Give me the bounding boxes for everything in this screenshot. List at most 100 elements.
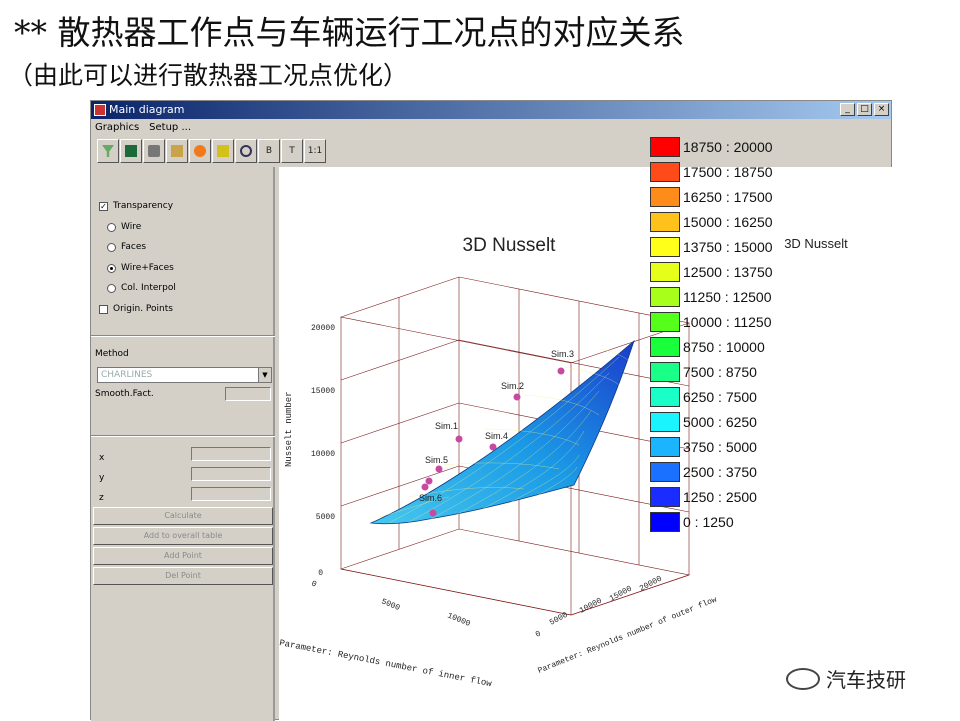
chevron-down-icon[interactable]: ▼	[258, 368, 271, 382]
legend-swatch	[650, 486, 680, 507]
sim-point[interactable]	[489, 443, 497, 451]
sim-point[interactable]	[429, 509, 437, 517]
sim-point[interactable]	[435, 465, 443, 473]
sim-label: Sim.6	[419, 493, 442, 503]
left-panel: ✓ Transparency Wire Faces Wire+Faces Col.…	[91, 167, 275, 721]
sim-label: Sim.5	[425, 455, 448, 465]
del-point-button[interactable]: Del Point	[93, 567, 273, 585]
x-tick: 0	[310, 579, 318, 589]
legend-item: 7500 : 8750	[650, 359, 757, 384]
radio-circle	[107, 242, 116, 252]
color-tool-button[interactable]	[189, 139, 211, 163]
window-titlebar[interactable]: Main diagram _ □ ×	[91, 101, 891, 119]
slide-title: ** 散热器工作点与车辆运行工况点的对应关系	[14, 13, 685, 52]
radio-circle-selected	[107, 263, 116, 273]
copy-tool-button[interactable]	[166, 139, 188, 163]
x-input[interactable]	[191, 447, 271, 461]
add-to-table-button[interactable]: Add to overall table	[93, 527, 273, 545]
calculate-button[interactable]: Calculate	[93, 507, 273, 525]
legend-swatch	[650, 461, 680, 482]
y-input[interactable]	[191, 467, 271, 481]
minimize-button[interactable]: _	[840, 103, 855, 116]
toolbar: B T 1:1	[97, 139, 326, 165]
x-label: x	[99, 453, 105, 463]
palette-icon	[194, 145, 206, 157]
floppy-icon	[125, 145, 137, 157]
smooth-factor-input[interactable]	[225, 387, 271, 401]
z-tick: 0	[318, 569, 323, 578]
pencil-icon	[217, 145, 229, 157]
sim-label: Sim.4	[485, 431, 508, 441]
z-axis-label: Nusselt number	[284, 391, 294, 467]
plot-corner-label: 3D Nusselt	[784, 236, 848, 251]
radio-wire-faces[interactable]: Wire+Faces	[107, 263, 174, 273]
legend-swatch	[650, 161, 680, 182]
clipboard-icon	[171, 145, 183, 157]
z-tick: 20000	[311, 324, 335, 333]
text-tool-button[interactable]: T	[281, 139, 303, 163]
legend-item: 5000 : 6250	[650, 409, 757, 434]
legend-item: 0 : 1250	[650, 509, 734, 534]
nusselt-3d-plot: 3D Nusselt 3D Nusselt Sim.3 Sim.2 Sim.1 …	[279, 235, 848, 689]
filter-tool-button[interactable]	[97, 139, 119, 163]
legend-swatch	[650, 361, 680, 382]
legend-item: 2500 : 3750	[650, 459, 757, 484]
actual-size-button[interactable]: 1:1	[304, 139, 326, 163]
legend-item: 6250 : 7500	[650, 384, 757, 409]
legend-item: 13750 : 15000	[650, 234, 773, 259]
method-select[interactable]: CHARLINES ▼	[97, 367, 272, 383]
y-axis-label: Parameter: Reynolds number of outer flow	[537, 595, 719, 675]
legend-item: 12500 : 13750	[650, 259, 773, 284]
x-ticks: 0 5000 10000	[310, 579, 472, 628]
sim-point[interactable]	[513, 393, 521, 401]
sim-label: Sim.1	[435, 421, 458, 431]
menu-setup[interactable]: Setup ...	[149, 120, 191, 136]
add-point-button[interactable]: Add Point	[93, 547, 273, 565]
legend-swatch	[650, 386, 680, 407]
radio-col-interpol[interactable]: Col. Interpol	[107, 283, 176, 293]
sim-point[interactable]	[557, 367, 565, 375]
legend-swatch	[650, 336, 680, 357]
print-tool-button[interactable]	[143, 139, 165, 163]
origin-points-checkbox[interactable]: Origin. Points	[99, 304, 173, 314]
radio-circle	[107, 222, 116, 232]
magnifier-icon	[240, 145, 252, 157]
sim-point[interactable]	[421, 483, 429, 491]
plot-title: 3D Nusselt	[463, 235, 557, 256]
plot-area: 3D Nusselt 3D Nusselt Sim.3 Sim.2 Sim.1 …	[279, 167, 893, 721]
save-tool-button[interactable]	[120, 139, 142, 163]
transparency-checkbox[interactable]: ✓ Transparency	[99, 201, 173, 211]
z-ticks: 20000 15000 10000 5000 0	[311, 324, 335, 578]
radio-wire[interactable]: Wire	[107, 222, 141, 232]
menu-graphics[interactable]: Graphics	[95, 120, 139, 136]
sim-point[interactable]	[455, 435, 463, 443]
z-input[interactable]	[191, 487, 271, 501]
legend-item: 17500 : 18750	[650, 159, 773, 184]
sim-point[interactable]	[425, 477, 433, 485]
radio-faces[interactable]: Faces	[107, 242, 146, 252]
maximize-button[interactable]: □	[857, 103, 872, 116]
funnel-icon	[102, 145, 114, 157]
radio-circle	[107, 283, 116, 293]
edit-tool-button[interactable]	[212, 139, 234, 163]
legend-swatch	[650, 286, 680, 307]
z-label: z	[99, 493, 104, 503]
z-tick: 5000	[316, 513, 335, 522]
app-icon	[94, 104, 106, 116]
legend-swatch	[650, 311, 680, 332]
checkbox-box	[99, 304, 108, 314]
legend-swatch	[650, 511, 680, 532]
y-tick: 10000	[578, 596, 604, 615]
legend-swatch	[650, 436, 680, 457]
legend-swatch	[650, 211, 680, 232]
y-tick: 5000	[548, 611, 569, 628]
bold-tool-button[interactable]: B	[258, 139, 280, 163]
printer-icon	[148, 145, 160, 157]
legend-item: 18750 : 20000	[650, 134, 773, 159]
legend-item: 1250 : 2500	[650, 484, 757, 509]
legend-item: 3750 : 5000	[650, 434, 757, 459]
close-button[interactable]: ×	[874, 103, 889, 116]
y-label: y	[99, 473, 105, 483]
zoom-tool-button[interactable]	[235, 139, 257, 163]
x-tick: 5000	[380, 597, 401, 613]
